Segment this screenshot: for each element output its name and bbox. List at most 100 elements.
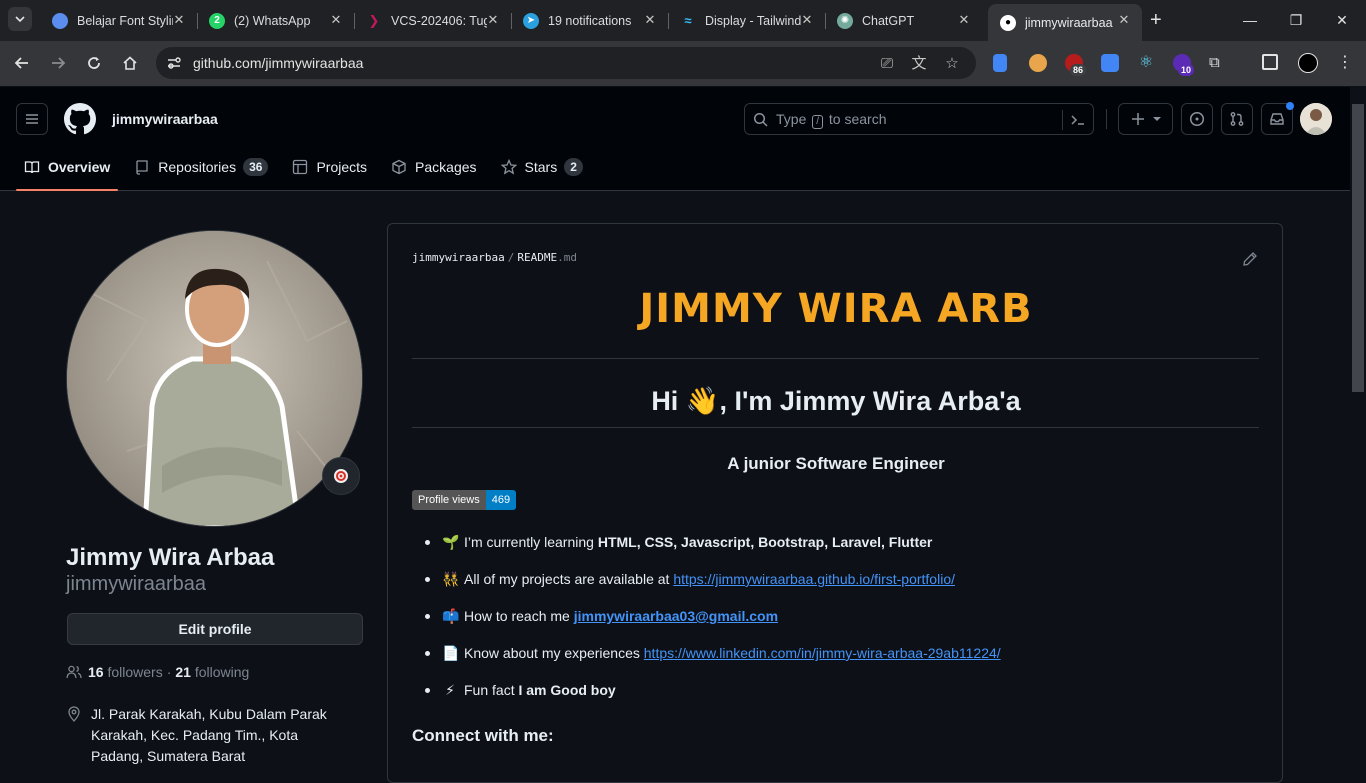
readme-card: jimmywiraarbaa / README.md JIMMY WIRA ARB … (387, 223, 1283, 783)
inbox-icon (1270, 113, 1284, 125)
tab-projects[interactable]: Projects (284, 155, 375, 179)
user-avatar[interactable] (1300, 103, 1332, 135)
tab-packages[interactable]: Packages (383, 155, 484, 179)
pull-requests-button[interactable] (1221, 103, 1253, 135)
tab-title: jimmywiraarbaa (1025, 15, 1113, 30)
close-icon[interactable]: ✕ (642, 12, 658, 28)
chevron-down-icon (15, 16, 25, 23)
globe-icon (52, 12, 68, 29)
home-button[interactable] (119, 52, 141, 74)
close-window-button[interactable]: ✕ (1332, 10, 1352, 30)
seedling-icon: 🌱 (442, 534, 460, 550)
profile-name: Jimmy Wira Arbaa (66, 544, 275, 571)
whatsapp-icon: 2 (209, 12, 225, 29)
restore-button[interactable]: ❐ (1286, 10, 1306, 30)
status-button[interactable] (322, 457, 360, 495)
close-icon[interactable]: ✕ (956, 12, 972, 28)
git-pull-request-icon (1230, 112, 1244, 126)
readme-owner-link[interactable]: jimmywiraarbaa (412, 251, 505, 264)
tab-6-active[interactable]: ● jimmywiraarbaa ✕ (988, 4, 1142, 41)
address-bar[interactable]: github.com/jimmywiraarbaa ⎚ 文 ☆ (156, 47, 976, 79)
close-icon[interactable]: ✕ (485, 12, 501, 28)
tab-2[interactable]: ❯ VCS-202406: Tugas ✕ (354, 4, 512, 37)
translate-icon[interactable]: 文 (910, 55, 928, 73)
tab-3[interactable]: ➤ 19 notifications ✕ (511, 4, 669, 37)
react-devtools-icon[interactable]: ⚛ (1137, 54, 1155, 72)
issues-button[interactable] (1181, 103, 1213, 135)
tab-title: VCS-202406: Tugas (391, 13, 487, 28)
header-username[interactable]: jimmywiraarbaa (112, 111, 218, 127)
tab-label: Repositories (158, 159, 237, 175)
readme-path: jimmywiraarbaa / README.md (412, 251, 577, 264)
profile-avatar-icon[interactable] (1298, 53, 1318, 73)
plus-icon (1131, 113, 1144, 125)
extensions-puzzle-icon[interactable]: ⧉ (1209, 54, 1227, 72)
extension-face-icon[interactable] (1029, 54, 1047, 72)
menu-kebab-icon[interactable]: ⋮ (1336, 54, 1354, 72)
edit-profile-button[interactable]: Edit profile (67, 613, 363, 645)
minimize-button[interactable]: — (1240, 10, 1260, 30)
tab-title: Belajar Font Styling (77, 13, 173, 28)
followers-link[interactable]: 16 followers (88, 664, 163, 680)
readme-list: 🌱 I’m currently learning HTML, CSS, Javas… (412, 532, 1252, 717)
following-link[interactable]: 21 following (175, 664, 249, 680)
url-text: github.com/jimmywiraarbaa (193, 55, 364, 71)
close-icon[interactable]: ✕ (328, 12, 344, 28)
search-input[interactable]: Type / to search (744, 103, 1094, 135)
target-icon (334, 469, 348, 483)
follow-stats: 16 followers · 21 following (66, 664, 249, 680)
extension-badge: 86 (1070, 64, 1087, 76)
tab-title: (2) WhatsApp (234, 13, 311, 28)
tab-overview[interactable]: Overview (16, 155, 119, 191)
people-icon: 👯 (442, 571, 460, 587)
repo-count-badge: 36 (243, 158, 269, 176)
email-link[interactable]: jimmywiraarbaa03@gmail.com (574, 608, 778, 624)
page-scrollbar[interactable] (1350, 87, 1366, 768)
docs-extension-icon[interactable] (993, 54, 1007, 72)
linkedin-link[interactable]: https://www.linkedin.com/in/jimmy-wira-a… (644, 645, 1001, 661)
create-new-button[interactable] (1118, 103, 1173, 135)
package-icon (392, 159, 406, 175)
tab-stars[interactable]: Stars 2 (493, 155, 591, 179)
scrollbar-thumb[interactable] (1352, 104, 1364, 392)
hamburger-icon (26, 114, 38, 124)
document-icon: 📄 (442, 645, 460, 661)
connect-heading: Connect with me: (412, 726, 554, 745)
close-icon[interactable]: ✕ (171, 12, 187, 28)
issue-opened-icon (1189, 111, 1205, 127)
list-item: 👯 All of my projects are available at htt… (412, 569, 1252, 606)
global-nav-menu-button[interactable] (16, 103, 48, 135)
command-palette-icon[interactable] (1070, 112, 1086, 128)
pencil-icon[interactable] (1242, 251, 1258, 267)
readme-file-link[interactable]: README (517, 251, 557, 264)
side-panel-icon[interactable] (1262, 54, 1278, 70)
arrow-right-icon (52, 57, 66, 69)
github-header: jimmywiraarbaa Type / to search Overview… (0, 87, 1366, 191)
tab-repositories[interactable]: Repositories 36 (126, 155, 276, 179)
forward-button[interactable] (47, 52, 69, 74)
new-tab-button[interactable]: + (1150, 10, 1162, 30)
tab-0[interactable]: Belajar Font Styling ✕ (40, 4, 198, 37)
tab-5[interactable]: ✺ ChatGPT ✕ (825, 4, 982, 37)
close-icon[interactable]: ✕ (1116, 12, 1132, 28)
bookmark-star-icon[interactable]: ☆ (943, 55, 961, 73)
tab-1[interactable]: 2 (2) WhatsApp ✕ (197, 4, 355, 37)
portfolio-link[interactable]: https://jimmywiraarbaa.github.io/first-p… (673, 571, 955, 587)
google-translate-extension-icon[interactable] (1101, 54, 1119, 72)
browser-toolbar: github.com/jimmywiraarbaa ⎚ 文 ☆ 86 ⚛ 10 … (0, 41, 1366, 86)
tab-4[interactable]: ≈ Display - Tailwind ✕ (668, 4, 826, 37)
tab-title: Display - Tailwind (705, 13, 801, 28)
list-item: 🌱 I’m currently learning HTML, CSS, Javas… (412, 532, 1252, 569)
profile-tabs: Overview Repositories 36 Projects Packag… (16, 155, 599, 191)
tab-label: Packages (415, 159, 477, 175)
profile-avatar[interactable] (66, 230, 363, 527)
tab-search-button[interactable] (8, 7, 32, 31)
install-app-icon[interactable]: ⎚ (878, 55, 896, 73)
site-info-icon[interactable] (166, 55, 182, 71)
stars-count-badge: 2 (564, 158, 583, 176)
reload-button[interactable] (83, 52, 105, 74)
github-logo-icon[interactable] (64, 103, 96, 135)
divider (412, 358, 1259, 359)
close-icon[interactable]: ✕ (799, 12, 815, 28)
back-button[interactable] (11, 52, 33, 74)
